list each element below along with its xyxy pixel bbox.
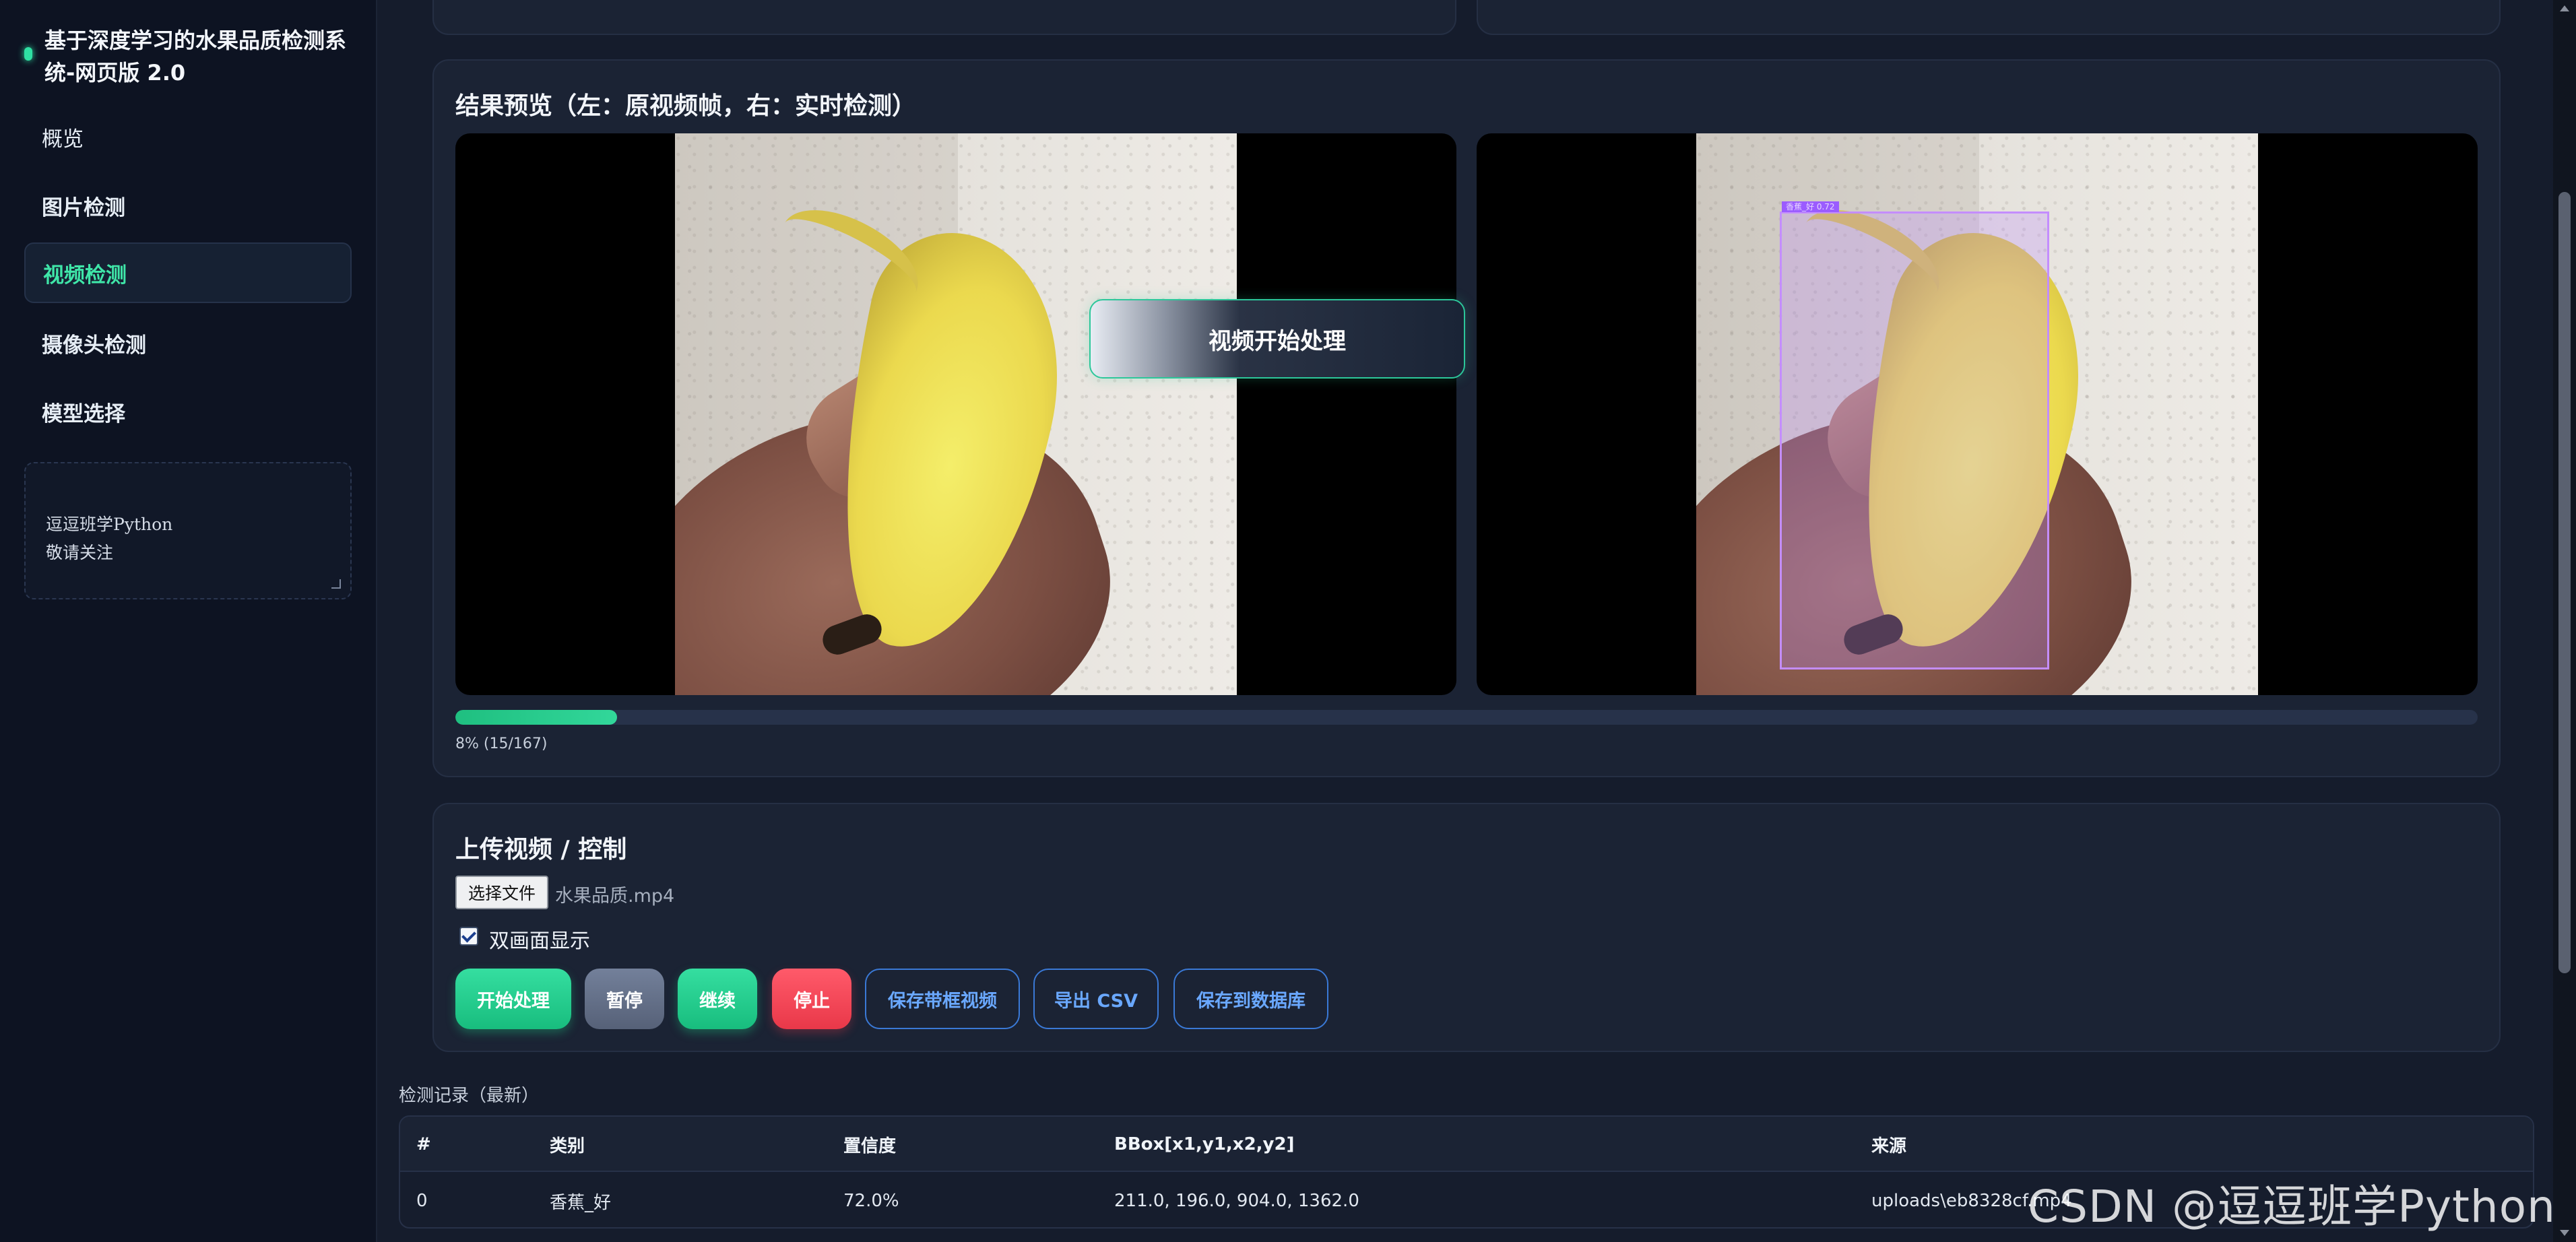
table-cell: 香蕉_好: [550, 1192, 612, 1213]
scrollbar-thumb[interactable]: [2558, 192, 2571, 973]
resize-handle-icon[interactable]: [331, 579, 341, 589]
resume-button[interactable]: 继续: [678, 969, 757, 1029]
records-title: 检测记录（最新）: [399, 1086, 540, 1106]
preview-title: 结果预览（左：原视频帧，右：实时检测）: [455, 92, 917, 120]
progress-bar: [455, 710, 2478, 725]
scrollbar[interactable]: [2553, 0, 2576, 1242]
column-header: #: [416, 1134, 431, 1154]
card-top-right: [1477, 0, 2501, 35]
table-cell: 0: [416, 1191, 428, 1211]
column-header: 来源: [1871, 1136, 1907, 1156]
processing-toast: 视频开始处理: [1089, 299, 1465, 379]
export-csv-button[interactable]: 导出 CSV: [1033, 969, 1159, 1029]
note-textarea[interactable]: 逗逗班学Python 敬请关注: [24, 462, 352, 599]
sidebar-item-overview[interactable]: 概览: [24, 106, 352, 167]
save-db-button[interactable]: 保存到数据库: [1173, 969, 1328, 1029]
pause-button[interactable]: 暂停: [585, 969, 664, 1029]
sidebar-item-label: 摄像头检测: [42, 333, 146, 358]
detection-bbox: 香蕉_好 0.72: [1780, 201, 2049, 669]
sidebar-item-camera-detection[interactable]: 摄像头检测: [24, 313, 352, 373]
sidebar-item-label: 视频检测: [43, 263, 127, 288]
table-header-row: # 类别 置信度 BBox[x1,y1,x2,y2] 来源: [400, 1117, 2533, 1172]
dual-display-label: 双画面显示: [489, 929, 590, 953]
progress-fill: [455, 710, 618, 725]
column-header: 类别: [550, 1136, 585, 1156]
sidebar-item-image-detection[interactable]: 图片检测: [24, 175, 352, 236]
sidebar-item-model-selection[interactable]: 模型选择: [24, 381, 352, 442]
save-video-button[interactable]: 保存带框视频: [865, 969, 1020, 1029]
progress-text: 8% (15/167): [455, 736, 548, 752]
file-name: 水果品质.mp4: [555, 886, 675, 907]
column-header: 置信度: [843, 1136, 897, 1156]
scroll-up-icon[interactable]: [2560, 5, 2569, 11]
stop-button[interactable]: 停止: [772, 969, 851, 1029]
status-dot-icon: [24, 47, 32, 61]
note-text: 逗逗班学Python 敬请关注: [46, 515, 173, 562]
column-header: BBox[x1,y1,x2,y2]: [1114, 1134, 1295, 1154]
table-cell: 72.0%: [843, 1191, 899, 1211]
card-top-left: [432, 0, 1456, 35]
sidebar-item-label: 概览: [42, 127, 84, 152]
upload-title: 上传视频 / 控制: [455, 836, 627, 863]
dual-display-checkbox[interactable]: [459, 927, 478, 946]
start-button[interactable]: 开始处理: [455, 969, 571, 1029]
watermark: CSDN @逗逗班学Python: [2028, 1181, 2556, 1233]
original-video-pane: [455, 133, 1456, 695]
sidebar-item-label: 图片检测: [42, 195, 125, 220]
brand: 基于深度学习的水果品质检测系统-网页版 2.0: [24, 24, 354, 89]
original-frame: [675, 133, 1237, 695]
bbox-label: 香蕉_好 0.72: [1782, 201, 1839, 212]
app-title: 基于深度学习的水果品质检测系统-网页版 2.0: [44, 28, 347, 86]
sidebar-item-video-detection[interactable]: 视频检测: [24, 242, 352, 303]
choose-file-button[interactable]: 选择文件: [455, 876, 548, 909]
scroll-down-icon[interactable]: [2560, 1230, 2569, 1236]
detection-video-pane: 香蕉_好 0.72: [1477, 133, 2478, 695]
detection-frame: 香蕉_好 0.72: [1696, 133, 2258, 695]
sidebar: 基于深度学习的水果品质检测系统-网页版 2.0 概览 图片检测 视频检测 摄像头…: [0, 0, 377, 1242]
sidebar-item-label: 模型选择: [42, 401, 125, 426]
table-cell: 211.0, 196.0, 904.0, 1362.0: [1114, 1191, 1359, 1211]
